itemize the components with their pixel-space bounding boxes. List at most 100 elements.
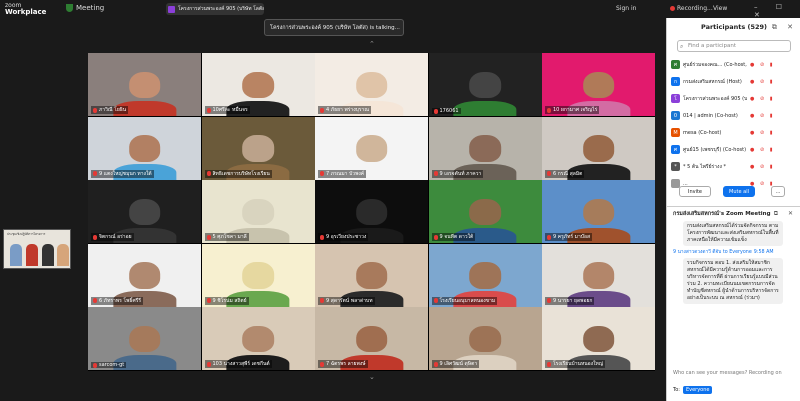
mic-camera-icons[interactable]: ● ⊘ ▮ xyxy=(750,164,774,170)
participant-face xyxy=(128,262,161,289)
participant-avatar: ศ xyxy=(671,60,680,69)
participant-row[interactable]: ศศูนย์15 (เพชรบุรี) (Co-host) ● ⊘ ▮ xyxy=(671,141,799,158)
video-tile[interactable]: จิตกรณ์ อร่าอย xyxy=(88,180,201,243)
video-tile[interactable]: 6 ภัทราพร โพธิ์ศรีรี xyxy=(88,243,201,307)
page-up-arrow[interactable]: ⌃ xyxy=(369,40,375,48)
participant-face xyxy=(242,198,274,226)
participant-name: 014 | admin (Co-host) xyxy=(683,112,738,119)
invite-button[interactable]: Invite xyxy=(679,186,711,197)
video-tile[interactable]: 4 ภัธยา พร่างบุราณ xyxy=(315,53,428,116)
video-tile[interactable]: 9 นารยา ยุดพอยก xyxy=(542,243,655,307)
muted-mic-icon xyxy=(547,107,551,113)
tile-name: 9 แตงใหญ่ชมุนก ทางใต้ xyxy=(99,170,152,177)
video-tile[interactable]: 9 ครูภัทร์ มาบ๊อส xyxy=(542,180,655,243)
tile-name-label: 10 ผกามาศ เจริญไร่ xyxy=(545,106,600,114)
video-tile[interactable]: 9 เลิศวัฒน์ ดุษิตา xyxy=(428,307,542,370)
tile-name: 9 นารยา ยุดพอยก xyxy=(553,297,593,304)
video-tile[interactable]: 9 สุดารัตน์ พลาด่าบท xyxy=(315,243,428,307)
tile-name: 4 ภัธยา พร่างบุราณ xyxy=(326,107,369,113)
mic-camera-icons[interactable]: ● ⊘ ▮ xyxy=(750,130,774,136)
video-tile[interactable]: 9 เอรจตันท์ ภาควา xyxy=(428,116,542,180)
screen-share-pill[interactable]: โครงการส่วนพระองค์ 905 (บริษัท โลตัส ··· xyxy=(166,3,264,15)
tile-name-label: จิตกรณ์ อร่าอย xyxy=(91,233,134,241)
meeting-indicator[interactable]: Meeting xyxy=(66,4,104,12)
video-tile[interactable]: 9 อุรเวียงประชาวง xyxy=(315,180,428,243)
video-tile[interactable]: 7 ภรณมา บัวพงค์ xyxy=(315,116,428,180)
sign-in-link[interactable]: Sign in xyxy=(616,5,636,12)
participant-actions: Invite Mute all ... xyxy=(679,186,797,198)
zoom-window: zoom Workplace Meeting โครงการส่วนพระองค… xyxy=(0,0,800,401)
view-menu[interactable]: View xyxy=(713,5,727,12)
tile-name: จิตกรณ์ อร่าอย xyxy=(99,234,132,240)
mic-camera-icons[interactable]: ● ⊘ ▮ xyxy=(750,147,774,153)
participant-row[interactable]: 0 014 | admin (Co-host) ● ⊘ ▮ xyxy=(671,107,799,124)
tile-name: sarcom-gt xyxy=(99,362,125,368)
participant-avatar: ก xyxy=(671,77,680,86)
video-tile[interactable]: 176061 xyxy=(428,53,542,116)
chat-input[interactable]: Who can see your messages? Recording on xyxy=(673,370,797,376)
thumbnail-person xyxy=(10,244,22,266)
tile-name-label: 176061 xyxy=(431,108,461,114)
participant-face xyxy=(355,71,388,99)
participants-panel: Participants (529) ⧉ ✕ ⌕ Find a particip… xyxy=(666,18,800,401)
video-tile[interactable]: ภาวิณี โยธิน xyxy=(88,53,201,116)
mic-camera-icons[interactable]: ● ⊘ ▮ xyxy=(750,96,774,102)
shared-screen-thumbnail[interactable]: ประชุมเชิงปฏิบัติการโครงการ xyxy=(3,229,71,269)
participant-row[interactable]: ศศูนย์ร่วมจองคณ... (Co-host, me)● ⊘ ▮ xyxy=(671,56,799,73)
video-tile[interactable]: 10 ผกามาศ เจริญไร่ xyxy=(542,53,655,116)
participant-row[interactable]: กกรมส่งเสริมสหกรณ์ (Host) ● ⊘ ▮ xyxy=(671,73,799,90)
video-tile[interactable]: sarcom-gt xyxy=(88,307,201,370)
muted-mic-icon xyxy=(206,171,211,176)
video-tile[interactable]: 5 ศุภโชคา มาลี xyxy=(201,180,315,243)
video-tile[interactable]: 7 ฉัตรพร ลายพงษ์ xyxy=(315,307,428,370)
gallery-grid: ภาวิณี โยธิน 10ศรีละ หมื่นจร 4 ภัธยา พร่าง… xyxy=(88,53,655,371)
recipient-select[interactable]: Everyone xyxy=(682,386,713,394)
video-tile[interactable]: 10ศรีละ หมื่นจร xyxy=(201,53,315,116)
chat-sender-name: 9 นางสาวดวงดาวี ดีจับ to Everyone xyxy=(673,250,752,255)
participant-row[interactable]: * * 5 ต้น ไพรีย์ร่างง * ● ⊘ ▮ xyxy=(671,158,799,175)
video-tile[interactable]: 9 ชิโรน่ม สถิตย์ xyxy=(201,243,315,307)
tile-name-label: 9 เอรจตันท์ ภาควา xyxy=(431,169,484,178)
page-down-arrow[interactable]: ⌄ xyxy=(369,373,375,381)
participant-face xyxy=(128,71,161,99)
window-controls[interactable]: – ☐ ✕ xyxy=(754,3,800,19)
muted-mic-icon xyxy=(547,298,551,303)
participant-face xyxy=(582,135,615,162)
muted-mic-icon xyxy=(433,298,438,303)
chat-messages: กรมส่งเสริมสหกรณ์ได้ร่วมจัดกิจกรรม ตามโค… xyxy=(673,221,797,304)
video-tile[interactable]: โรงเรียนอนุบาลหนองขาม xyxy=(428,243,542,307)
video-tile[interactable]: 9 จนทีต ดาวใต้ xyxy=(428,180,542,243)
tile-name: ภาวิณี โยธิน xyxy=(99,107,127,113)
video-tile[interactable]: โรงเรียนบ้านหนองใหญ่ xyxy=(542,307,655,370)
participant-name: * 5 ต้น ไพรีย์ร่างง * xyxy=(683,163,727,170)
muted-mic-icon xyxy=(93,362,97,368)
thumbnail-person xyxy=(42,244,54,266)
tile-name-label: 10ศรีละ หมื่นจร xyxy=(204,106,250,114)
more-button[interactable]: ... xyxy=(771,186,785,197)
participant-search[interactable]: ⌕ Find a participant xyxy=(677,40,791,52)
chat-message: กรมส่งเสริมสหกรณ์ได้ร่วมจัดกิจกรรม ตามโค… xyxy=(683,221,783,246)
mic-camera-icons[interactable]: ● ⊘ ▮ xyxy=(750,62,774,68)
mute-all-button[interactable]: Mute all xyxy=(723,186,755,197)
participant-row[interactable]: Mmesa (Co-host) ● ⊘ ▮ xyxy=(671,124,799,141)
video-tile[interactable]: 103 นางสาวสุพีร์ เดชกีนต์ xyxy=(201,307,315,370)
video-tile[interactable]: 6 กรณี สุลมิต xyxy=(542,116,655,180)
participant-name: mesa (Co-host) xyxy=(683,129,722,136)
mic-camera-icons[interactable]: ● ⊘ ▮ xyxy=(750,113,774,119)
muted-mic-icon xyxy=(93,234,97,240)
popout-close-icons[interactable]: ⧉ ✕ xyxy=(772,18,797,36)
mic-camera-icons[interactable]: ● ⊘ ▮ xyxy=(750,79,774,85)
participant-name: ศูนย์ร่วมจองคณ... (Co-host, me) xyxy=(683,61,747,68)
tile-name: 10ศรีละ หมื่นจร xyxy=(212,107,248,113)
video-tile[interactable]: 9 แตงใหญ่ชมุนก ทางใต้ xyxy=(88,116,201,180)
muted-mic-icon xyxy=(433,361,438,367)
participant-avatar: M xyxy=(671,128,680,137)
video-tile[interactable]: สิทธิเดชการบริษัทโรงเรียน xyxy=(201,116,315,180)
participant-face xyxy=(128,135,161,162)
tile-name: 10 ผกามาศ เจริญไร่ xyxy=(553,107,598,113)
participant-row[interactable]: โโครงการส่วนพระองค์ 905 (บริษั...● ⊘ ▮ xyxy=(671,90,799,107)
recording-indicator[interactable]: Recording... xyxy=(670,5,713,12)
participant-face xyxy=(242,135,274,162)
chat-popout-close-icons[interactable]: ⧉ ✕ xyxy=(774,207,797,221)
participant-body xyxy=(453,100,517,116)
